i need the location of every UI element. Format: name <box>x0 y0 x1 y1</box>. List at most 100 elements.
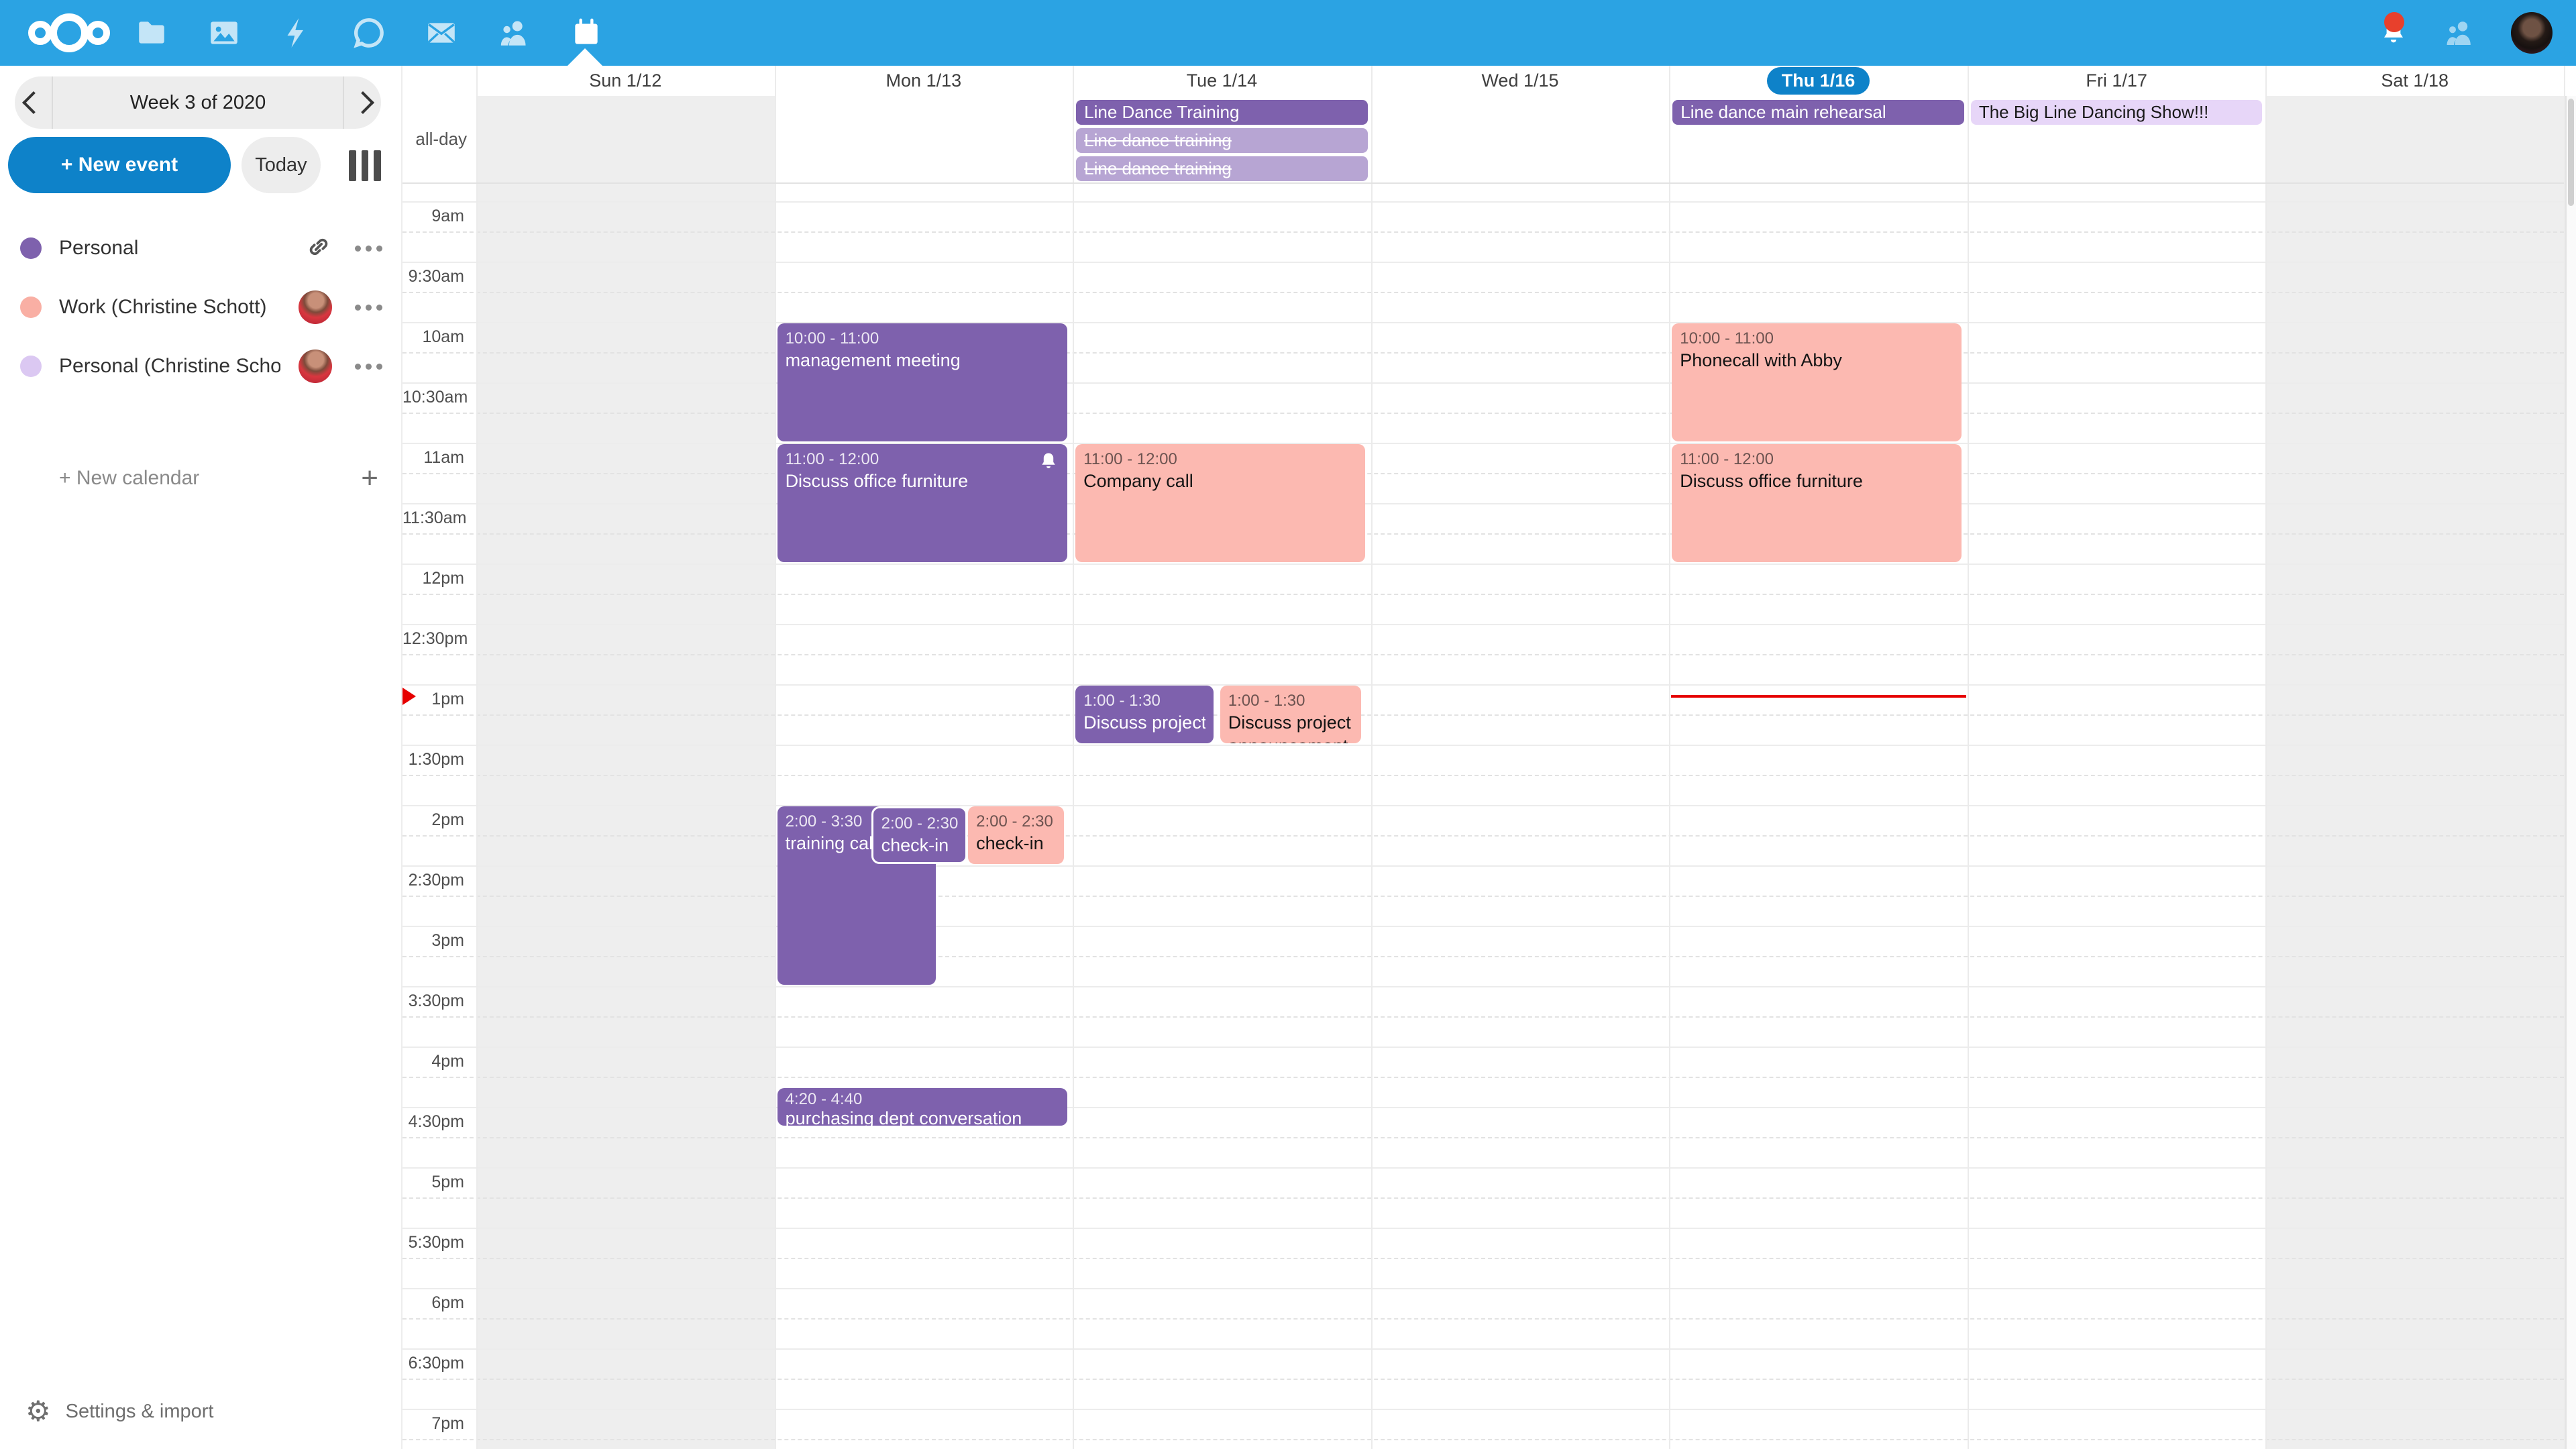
time-label: 3:30pm <box>402 991 464 1011</box>
event-card[interactable]: 10:00 - 11:00management meeting <box>777 323 1067 441</box>
calendar-list-item[interactable]: Personal (Christine Scho… <box>0 337 402 396</box>
time-label: 12pm <box>402 569 464 588</box>
time-label: 3pm <box>402 931 464 951</box>
new-calendar-label: + New calendar <box>59 467 199 490</box>
column-border <box>1669 66 1670 1449</box>
calendar-color-dot <box>20 237 42 259</box>
sidebar: Week 3 of 2020 + New event Today Persona… <box>0 66 402 1449</box>
time-label: 10:30am <box>402 388 464 407</box>
all-day-label: all-day <box>402 96 467 182</box>
grid-line-quarter-hour <box>402 1258 2564 1259</box>
logo-ring-center <box>50 13 89 52</box>
event-time: 10:00 - 11:00 <box>786 328 1059 349</box>
files-icon[interactable] <box>115 0 188 66</box>
week-label[interactable]: Week 3 of 2020 <box>53 92 343 114</box>
event-time: 4:20 - 4:40 <box>786 1090 1059 1108</box>
all-day-event[interactable]: Line dance main rehearsal <box>1672 100 1964 125</box>
grid-line-half-hour <box>402 1046 2564 1048</box>
event-card[interactable]: 11:00 - 12:00Company call <box>1075 444 1365 562</box>
reminder-bell-icon <box>1038 451 1059 472</box>
grid-line-half-hour <box>402 1409 2564 1410</box>
week-navigation: Week 3 of 2020 <box>15 76 381 129</box>
all-day-event[interactable]: The Big Line Dancing Show!!! <box>1971 100 2263 125</box>
more-actions-icon[interactable] <box>352 298 385 317</box>
more-actions-icon[interactable] <box>352 239 385 258</box>
calendar-list-item[interactable]: Personal <box>0 219 402 278</box>
time-label: 2:30pm <box>402 871 464 890</box>
day-header: Tue 1/14 <box>1073 66 1371 96</box>
new-calendar-button[interactable]: + New calendar + <box>0 455 402 502</box>
more-actions-icon[interactable] <box>352 357 385 376</box>
column-border <box>1968 66 1969 1449</box>
settings-import-button[interactable]: ⚙ Settings & import <box>0 1391 402 1432</box>
new-event-button[interactable]: + New event <box>8 137 231 193</box>
talk-icon[interactable] <box>333 0 405 66</box>
event-card[interactable]: 4:20 - 4:40purchasing dept conversation <box>777 1088 1067 1126</box>
grid-line-half-hour <box>402 201 2564 203</box>
grid-line-quarter-hour <box>402 956 2564 957</box>
scrollbar[interactable] <box>2565 96 2576 1449</box>
calendar-list-item[interactable]: Work (Christine Schott) <box>0 278 402 337</box>
calendar-name: Personal <box>59 237 138 260</box>
topbar <box>0 0 2576 66</box>
grid-line-half-hour <box>402 1348 2564 1350</box>
all-day-event[interactable]: Line dance training <box>1076 128 1368 153</box>
day-header-label: Sat 1/18 <box>2381 70 2449 91</box>
contacts-menu-icon[interactable] <box>2431 0 2487 66</box>
event-title: Company call <box>1083 470 1357 493</box>
event-time: 2:00 - 2:30 <box>881 813 957 834</box>
next-week-button[interactable] <box>344 76 381 129</box>
previous-week-button[interactable] <box>15 76 52 129</box>
user-avatar[interactable] <box>2506 0 2557 66</box>
grid-line-quarter-hour <box>402 1439 2564 1440</box>
time-label: 5:30pm <box>402 1233 464 1252</box>
grid-line-half-hour <box>402 262 2564 263</box>
event-card[interactable]: 1:00 - 1:30Discuss project announcement <box>1220 686 1361 743</box>
event-card[interactable]: 1:00 - 1:30Discuss project announcement <box>1075 686 1213 743</box>
day-header: Sat 1/18 <box>2265 66 2564 96</box>
settings-label: Settings & import <box>66 1401 214 1423</box>
all-day-event[interactable]: Line Dance Training <box>1076 100 1368 125</box>
today-button[interactable]: Today <box>241 137 321 193</box>
activity-icon[interactable] <box>260 0 333 66</box>
all-day-event[interactable]: Line dance training <box>1076 156 1368 181</box>
grid-line-half-hour <box>402 805 2564 806</box>
event-card[interactable]: 2:00 - 2:30check-in <box>871 806 967 864</box>
event-card[interactable]: 11:00 - 12:00Discuss office furniture <box>777 444 1067 562</box>
event-card[interactable]: 10:00 - 11:00Phonecall with Abby <box>1672 323 1962 441</box>
view-mode-icon[interactable] <box>349 150 381 181</box>
grid-line-half-hour <box>402 1228 2564 1229</box>
share-link-icon[interactable] <box>305 233 332 264</box>
gear-icon: ⚙ <box>25 1397 51 1426</box>
calendar-color-dot <box>20 356 42 377</box>
grid-line-half-hour <box>402 503 2564 504</box>
event-time: 10:00 - 11:00 <box>1680 328 1953 349</box>
event-card[interactable]: 11:00 - 12:00Discuss office furniture <box>1672 444 1962 562</box>
column-border <box>476 66 478 1449</box>
grid-line-quarter-hour <box>402 896 2564 897</box>
scrollbar-thumb[interactable] <box>2568 99 2574 206</box>
grid-line-quarter-hour <box>402 594 2564 595</box>
event-title: Discuss office furniture <box>1680 470 1953 493</box>
photos-icon[interactable] <box>188 0 260 66</box>
time-label: 11:30am <box>402 508 464 528</box>
nextcloud-logo-icon[interactable] <box>23 0 117 66</box>
event-title: check-in <box>881 834 957 857</box>
grid-line-quarter-hour <box>402 654 2564 655</box>
grid-line-quarter-hour <box>402 1137 2564 1138</box>
mail-icon[interactable] <box>405 0 478 66</box>
grid-line-quarter-hour <box>402 1379 2564 1380</box>
day-header: Mon 1/13 <box>775 66 1073 96</box>
time-label: 6pm <box>402 1293 464 1313</box>
notifications-bell-icon[interactable] <box>2367 0 2420 66</box>
day-header-label: Fri 1/17 <box>2086 70 2147 91</box>
calendar-name: Work (Christine Schott) <box>59 296 267 319</box>
time-label: 1:30pm <box>402 750 464 769</box>
grid-line-half-hour <box>402 624 2564 625</box>
contacts-icon[interactable] <box>478 0 550 66</box>
event-card[interactable]: 2:00 - 2:30check-in <box>968 806 1064 864</box>
today-header-pill: Thu 1/16 <box>1767 67 1870 95</box>
calendar-actions <box>299 290 385 324</box>
active-app-indicator <box>568 48 602 66</box>
event-title: purchasing dept conversation <box>786 1108 1059 1126</box>
